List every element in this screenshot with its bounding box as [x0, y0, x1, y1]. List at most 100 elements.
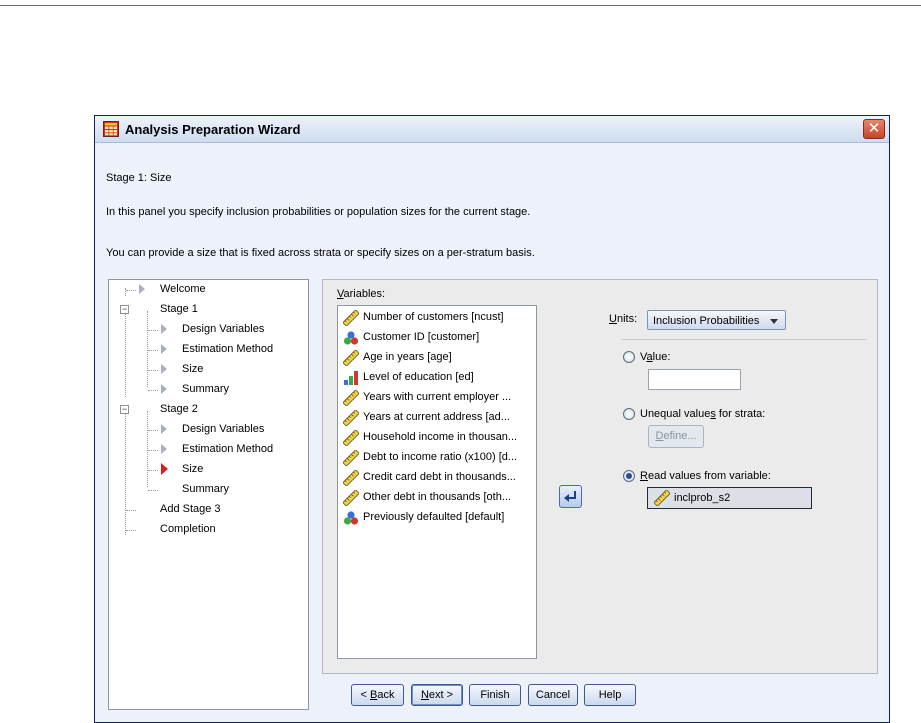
tree-connector — [126, 530, 136, 531]
next-button[interactable]: Next > — [411, 684, 463, 706]
step-arrow-icon — [161, 424, 167, 434]
close-button[interactable]: ✕ — [863, 119, 885, 139]
read-from-variable-label[interactable]: Read values from variable: — [640, 470, 771, 482]
tree-connector — [148, 390, 158, 391]
move-variable-button[interactable] — [559, 485, 582, 508]
variable-list-item[interactable]: Previously defaulted [default] — [338, 508, 536, 528]
variable-list-item[interactable]: Customer ID [customer] — [338, 328, 536, 348]
navigation-tree: Welcome − Stage 1 Design Variables Estim… — [108, 279, 309, 710]
tree-item-stage-2[interactable]: − Stage 2 — [109, 400, 308, 420]
variable-list-item[interactable]: Level of education [ed] — [338, 368, 536, 388]
tree-connector — [148, 330, 158, 331]
window-title: Analysis Preparation Wizard — [125, 122, 301, 137]
tree-item-welcome[interactable]: Welcome — [109, 280, 308, 300]
chevron-down-icon — [770, 319, 778, 324]
variable-list-item[interactable]: Other debt in thousands [oth... — [338, 488, 536, 508]
tree-item-completion[interactable]: Completion — [109, 520, 308, 540]
tree-item-stage2-estimation-method[interactable]: Estimation Method — [109, 440, 308, 460]
selected-variable-field[interactable]: inclprob_s2 — [647, 487, 812, 509]
wizard-window: Analysis Preparation Wizard ✕ Stage 1: S… — [94, 115, 890, 723]
stage-title: Stage 1: Size — [106, 172, 172, 184]
app-table-icon — [103, 121, 119, 137]
tree-connector — [126, 510, 136, 511]
tree-item-label: Stage 2 — [160, 403, 198, 415]
variable-list-item[interactable]: Years at current address [ad... — [338, 408, 536, 428]
variable-list-item[interactable]: Household income in thousan... — [338, 428, 536, 448]
units-dropdown[interactable]: Inclusion Probabilities — [647, 310, 786, 330]
tree-connector — [148, 350, 158, 351]
read-from-variable-radio[interactable] — [623, 470, 635, 482]
close-icon: ✕ — [867, 120, 881, 137]
step-arrow-icon — [161, 324, 167, 334]
variable-label: Years with current employer ... — [363, 391, 512, 403]
variable-list-item[interactable]: Years with current employer ... — [338, 388, 536, 408]
value-radio[interactable] — [623, 351, 635, 363]
tree-item-stage1-design-variables[interactable]: Design Variables — [109, 320, 308, 340]
variable-list-item[interactable]: Credit card debt in thousands... — [338, 468, 536, 488]
ruler-scale-icon — [343, 310, 359, 326]
variable-label: Customer ID [customer] — [363, 331, 480, 343]
variable-label: Previously defaulted [default] — [363, 511, 505, 523]
step-arrow-icon — [161, 384, 167, 394]
step-arrow-icon — [161, 344, 167, 354]
panel-description: In this panel you specify inclusion prob… — [106, 206, 531, 218]
step-arrow-icon — [161, 364, 167, 374]
cancel-button[interactable]: Cancel — [528, 684, 578, 706]
tree-item-label: Add Stage 3 — [160, 503, 221, 515]
tree-connector — [126, 290, 136, 291]
tree-item-label: Design Variables — [182, 423, 265, 435]
tree-item-label: Stage 1 — [160, 303, 198, 315]
tree-item-label: Completion — [160, 523, 216, 535]
ruler-scale-icon — [343, 490, 359, 506]
tree-connector — [148, 370, 158, 371]
tree-item-add-stage-3[interactable]: Add Stage 3 — [109, 500, 308, 520]
variable-label: Level of education [ed] — [363, 371, 474, 383]
variable-label: Debt to income ratio (x100) [d... — [363, 451, 518, 463]
variable-label: Other debt in thousands [oth... — [363, 491, 511, 503]
units-label: Units: — [609, 313, 638, 325]
title-bar[interactable]: Analysis Preparation Wizard ✕ — [95, 116, 889, 143]
collapse-icon[interactable]: − — [120, 405, 129, 414]
variable-label: Household income in thousan... — [363, 431, 518, 443]
define-button[interactable]: Define... — [648, 425, 704, 448]
ruler-scale-icon — [343, 430, 359, 446]
tree-item-label: Welcome — [160, 283, 206, 295]
unequal-values-radio[interactable] — [623, 408, 635, 420]
current-step-arrow-icon — [161, 463, 168, 475]
tree-connector — [148, 470, 158, 471]
help-button[interactable]: Help — [584, 684, 636, 706]
tree-item-stage-1[interactable]: − Stage 1 — [109, 300, 308, 320]
variable-label: Credit card debt in thousands... — [363, 471, 516, 483]
nominal-balls-icon — [343, 331, 359, 345]
unequal-values-label[interactable]: Unequal values for strata: — [640, 408, 765, 420]
tree-item-stage2-design-variables[interactable]: Design Variables — [109, 420, 308, 440]
variable-label: Age in years [age] — [363, 351, 452, 363]
variable-list-item[interactable]: Debt to income ratio (x100) [d... — [338, 448, 536, 468]
back-button[interactable]: < Back — [351, 684, 404, 706]
variable-list-item[interactable]: Age in years [age] — [338, 348, 536, 368]
tree-item-label: Summary — [182, 383, 230, 395]
tree-item-label: Size — [182, 463, 204, 475]
ruler-scale-icon — [343, 410, 359, 426]
variable-label: Number of customers [ncust] — [363, 311, 504, 323]
tree-connector — [148, 430, 158, 431]
panel-hint: You can provide a size that is fixed acr… — [106, 247, 535, 259]
variables-list[interactable]: Number of customers [ncust] Customer ID [… — [337, 305, 537, 659]
settings-panel: Variables: Number of customers [ncust] Cu… — [322, 279, 878, 674]
tree-item-stage2-size-current[interactable]: Size — [109, 460, 308, 480]
variable-list-item[interactable]: Number of customers [ncust] — [338, 308, 536, 328]
value-radio-label[interactable]: Value: — [640, 351, 670, 363]
selected-variable-name: inclprob_s2 — [674, 492, 731, 504]
finish-button[interactable]: Finish — [469, 684, 521, 706]
tree-item-stage2-summary[interactable]: Summary — [109, 480, 308, 500]
tree-item-stage1-summary[interactable]: Summary — [109, 380, 308, 400]
ruler-scale-icon — [343, 390, 359, 406]
tree-item-stage1-estimation-method[interactable]: Estimation Method — [109, 340, 308, 360]
value-input[interactable] — [648, 369, 741, 390]
variable-label: Years at current address [ad... — [363, 411, 510, 423]
ruler-scale-icon — [654, 490, 670, 506]
tree-item-stage1-size[interactable]: Size — [109, 360, 308, 380]
collapse-icon[interactable]: − — [120, 305, 129, 314]
nominal-balls-icon — [343, 511, 359, 525]
ruler-scale-icon — [343, 450, 359, 466]
